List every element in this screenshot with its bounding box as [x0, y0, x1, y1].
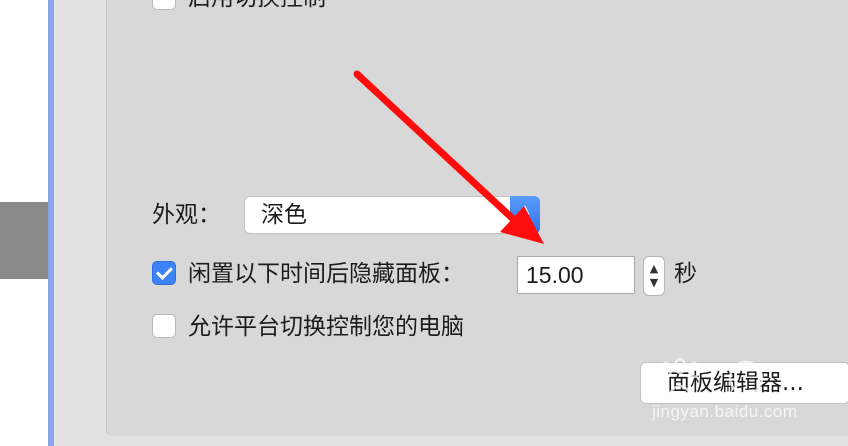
sidebar-selected-block [0, 202, 48, 279]
up-down-chevron-icon[interactable]: ▲ ▼ [510, 196, 540, 234]
panel-editor-button[interactable]: 面板编辑器... [640, 362, 848, 404]
appearance-select[interactable]: 深色 ▲ ▼ [244, 196, 540, 234]
screen: 启用切换控制 外观： 深色 ▲▼ 闲置以下时间后隐藏面板： 15.00 ▲ ▼ … [0, 0, 848, 446]
hide-panel-seconds-input[interactable]: 15.00 [517, 256, 635, 294]
allow-platform-checkbox[interactable] [152, 314, 176, 338]
appearance-select-value: 深色 [261, 202, 307, 228]
hide-panel-label: 闲置以下时间后隐藏面板： [188, 261, 464, 287]
stepper-up-icon[interactable]: ▲ [650, 262, 658, 276]
hide-panel-checkbox[interactable] [152, 261, 176, 285]
enable-switch-control-label: 启用切换控制 [188, 0, 326, 12]
seconds-stepper[interactable]: ▲ ▼ [643, 256, 665, 296]
enable-switch-control-checkbox[interactable] [152, 0, 176, 10]
appearance-label: 外观： [152, 202, 221, 228]
stepper-down-icon[interactable]: ▼ [650, 276, 658, 290]
seconds-unit-label: 秒 [674, 261, 697, 287]
allow-platform-label: 允许平台切换控制您的电脑 [188, 314, 464, 340]
